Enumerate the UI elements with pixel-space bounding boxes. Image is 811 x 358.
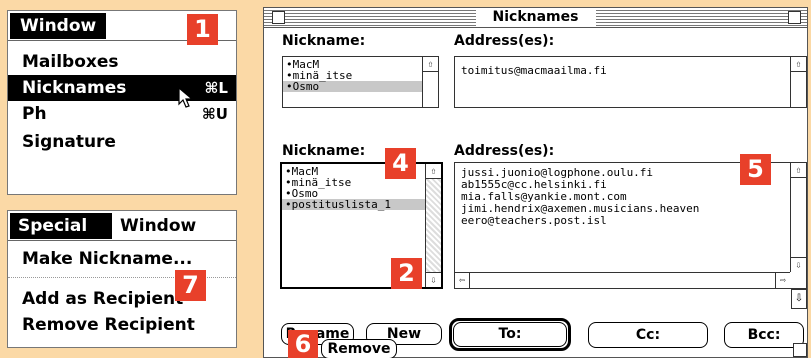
vertical-scrollbar[interactable]: ⇧ [422, 57, 438, 107]
address-label: Address(es): [454, 33, 555, 49]
window-menu-title[interactable]: Window [120, 213, 196, 239]
menu-item-ph[interactable]: Ph ⌘U [8, 101, 236, 127]
horizontal-scrollbar[interactable]: ⇦ ⇨ [455, 272, 790, 288]
menu-item-signature[interactable]: Signature [8, 129, 236, 155]
resize-grip-icon[interactable] [793, 343, 807, 357]
scroll-up-icon[interactable]: ⇧ [426, 164, 441, 179]
zoom-box-icon[interactable] [788, 11, 801, 24]
vertical-scrollbar[interactable]: ⇧ ⇩ [425, 164, 441, 287]
to-button[interactable]: To: [453, 322, 567, 347]
callout-badge-5: 5 [740, 154, 771, 185]
callout-badge-2: 2 [391, 258, 422, 289]
nickname-label: Nickname: [282, 33, 366, 49]
address-field-top[interactable]: toimitus@macmaailma.fi ⇧ [454, 56, 807, 108]
shortcut-label: ⌘U [201, 105, 228, 123]
shortcut-label: ⌘L [204, 79, 228, 97]
scroll-left-icon[interactable]: ⇦ [455, 273, 470, 288]
scroll-down-icon[interactable]: ⇩ [426, 272, 441, 287]
vertical-scrollbar[interactable]: ⇧ [790, 57, 806, 107]
nickname-list-top[interactable]: •MacM •minä_itse •Osmo ⇧ [282, 56, 439, 108]
menu-item-add-as-recipient[interactable]: Add as Recipient [22, 289, 183, 309]
mouse-pointer-icon [178, 87, 194, 108]
bcc-button[interactable]: Bcc: [724, 322, 804, 348]
nicknames-window: Nicknames Nickname: Address(es): •MacM •… [263, 7, 808, 358]
list-item-selected[interactable]: •Osmo [283, 81, 438, 92]
list-item-selected[interactable]: •postituslista_1 [282, 199, 426, 210]
window-title: Nicknames [475, 8, 596, 27]
menu-item-mailboxes[interactable]: Mailboxes [8, 49, 236, 75]
menu-item-label: Nicknames [22, 78, 127, 98]
title-bar[interactable]: Nicknames [264, 8, 807, 28]
remove-button[interactable]: Remove [321, 339, 397, 358]
vertical-scrollbar[interactable]: ⇧ ⇩ [790, 163, 806, 272]
scroll-down-icon[interactable]: ⇩ [791, 257, 806, 272]
special-menu-title[interactable]: Special [10, 213, 112, 239]
callout-badge-1: 1 [187, 14, 218, 45]
scroll-down-icon[interactable]: ⇩ [791, 289, 807, 309]
cc-button[interactable]: Cc: [588, 322, 708, 348]
to-button-frame: To: [449, 318, 571, 351]
menu-item-label: Mailboxes [22, 52, 119, 72]
scroll-up-icon[interactable]: ⇧ [791, 57, 806, 72]
callout-badge-4: 4 [385, 148, 416, 179]
callout-badge-7: 7 [175, 270, 206, 301]
scroll-up-icon[interactable]: ⇧ [423, 57, 438, 72]
menu-item-nicknames[interactable]: Nicknames ⌘L [8, 75, 236, 101]
scroll-up-icon[interactable]: ⇧ [791, 163, 806, 178]
menu-item-label: Signature [22, 132, 116, 152]
menu-item-remove-recipient[interactable]: Remove Recipient [22, 315, 195, 335]
close-box-icon[interactable] [272, 11, 285, 24]
nickname-label: Nickname: [282, 143, 366, 159]
scroll-right-icon[interactable]: ⇨ [775, 273, 790, 288]
window-menu-title[interactable]: Window [10, 13, 107, 39]
menu-bar: Special Window [8, 211, 236, 241]
address-line: eero@teachers.post.isl [461, 214, 607, 227]
menu-item-make-nickname[interactable]: Make Nickname... [22, 249, 192, 269]
callout-badge-6: 6 [288, 330, 318, 358]
address-label: Address(es): [454, 143, 555, 159]
address-text: toimitus@macmaailma.fi [461, 64, 607, 77]
menu-item-label: Ph [22, 104, 47, 124]
